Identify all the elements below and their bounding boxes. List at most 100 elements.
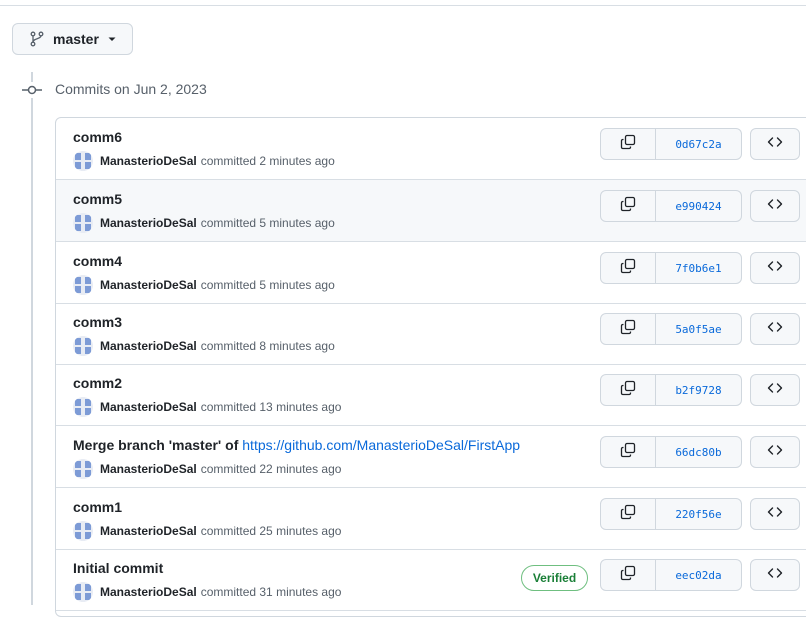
git-branch-icon	[30, 31, 44, 47]
avatar[interactable]	[73, 582, 93, 602]
copy-icon	[620, 196, 636, 217]
commit-title[interactable]: comm1	[73, 499, 122, 515]
commit-author[interactable]: ManasterioDeSal	[100, 339, 197, 353]
code-icon	[767, 319, 783, 340]
copy-icon	[620, 258, 636, 279]
avatar[interactable]	[73, 397, 93, 417]
commit-sha-link[interactable]: 5a0f5ae	[656, 313, 742, 345]
commit-time: committed 8 minutes ago	[200, 339, 335, 353]
copy-sha-button[interactable]	[600, 252, 656, 284]
commit-time: committed 5 minutes ago	[200, 216, 335, 230]
commit-author[interactable]: ManasterioDeSal	[100, 400, 197, 414]
copy-sha-button[interactable]	[600, 374, 656, 406]
commit-row[interactable]: comm2 ManasterioDeSal committed 13 minutes…	[56, 364, 806, 426]
commit-group-date: Commits on Jun 2, 2023	[55, 81, 207, 97]
commit-sha-link[interactable]: 0d67c2a	[656, 128, 742, 160]
commit-time: committed 31 minutes ago	[200, 585, 342, 599]
copy-icon	[620, 504, 636, 525]
copy-icon	[620, 134, 636, 155]
commit-author[interactable]: ManasterioDeSal	[100, 524, 197, 538]
commit-author[interactable]: ManasterioDeSal	[100, 462, 197, 476]
avatar[interactable]	[73, 521, 93, 541]
avatar[interactable]	[73, 275, 93, 295]
commit-row[interactable]: comm5 ManasterioDeSal committed 5 minutes …	[56, 180, 806, 242]
commit-sha-link[interactable]: 220f56e	[656, 498, 742, 530]
copy-sha-button[interactable]	[600, 128, 656, 160]
commit-row[interactable]: Initial commit ManasterioDeSal committed 3…	[56, 549, 806, 611]
commit-message[interactable]: comm6	[73, 129, 122, 145]
code-icon	[767, 258, 783, 279]
commit-message[interactable]: comm3	[73, 314, 122, 330]
browse-repo-button[interactable]	[750, 498, 800, 530]
branch-select-button[interactable]: master	[12, 23, 133, 55]
top-divider	[0, 5, 806, 6]
browse-repo-button[interactable]	[750, 436, 800, 468]
browse-repo-button[interactable]	[750, 190, 800, 222]
sha-button-group: e990424	[600, 190, 742, 222]
copy-icon	[620, 442, 636, 463]
browse-repo-button[interactable]	[750, 252, 800, 284]
avatar[interactable]	[73, 213, 93, 233]
commit-row[interactable]: comm6 ManasterioDeSal committed 2 minutes …	[56, 118, 806, 180]
browse-repo-button[interactable]	[750, 559, 800, 591]
commit-time: committed 5 minutes ago	[200, 278, 335, 292]
commit-meta: ManasterioDeSal committed 5 minutes ago	[73, 213, 335, 233]
commit-meta: ManasterioDeSal committed 2 minutes ago	[73, 151, 335, 171]
timeline-line	[31, 72, 33, 605]
copy-sha-button[interactable]	[600, 190, 656, 222]
commit-meta: ManasterioDeSal committed 13 minutes ago	[73, 397, 341, 417]
commit-meta: ManasterioDeSal committed 8 minutes ago	[73, 336, 335, 356]
browse-repo-button[interactable]	[750, 313, 800, 345]
sha-button-group: eec02da	[600, 559, 742, 591]
sha-button-group: 5a0f5ae	[600, 313, 742, 345]
sha-button-group: 66dc80b	[600, 436, 742, 468]
commit-message[interactable]: comm1	[73, 499, 122, 515]
commit-sha-link[interactable]: 66dc80b	[656, 436, 742, 468]
commit-title[interactable]: Initial commit	[73, 560, 163, 576]
commit-message[interactable]: comm5	[73, 191, 122, 207]
commit-author[interactable]: ManasterioDeSal	[100, 278, 197, 292]
commit-row[interactable]: comm4 ManasterioDeSal committed 5 minutes …	[56, 242, 806, 304]
code-icon	[767, 442, 783, 463]
code-icon	[767, 196, 783, 217]
commit-title[interactable]: comm4	[73, 253, 122, 269]
commit-author[interactable]: ManasterioDeSal	[100, 585, 197, 599]
copy-sha-button[interactable]	[600, 436, 656, 468]
commit-row[interactable]: Merge branch 'master' of https://github.…	[56, 426, 806, 488]
commit-sha-link[interactable]: b2f9728	[656, 374, 742, 406]
commit-message[interactable]: comm4	[73, 253, 122, 269]
avatar[interactable]	[73, 336, 93, 356]
commit-message[interactable]: Initial commit	[73, 560, 163, 576]
copy-sha-button[interactable]	[600, 559, 656, 591]
commit-title[interactable]: comm6	[73, 129, 122, 145]
commit-message[interactable]: Merge branch 'master' of	[73, 437, 242, 453]
sha-button-group: 220f56e	[600, 498, 742, 530]
branch-name: master	[53, 31, 99, 47]
code-icon	[767, 504, 783, 525]
code-icon	[767, 565, 783, 586]
commit-icon	[22, 82, 42, 98]
commit-message-link[interactable]: https://github.com/ManasterioDeSal/First…	[242, 437, 520, 453]
commit-sha-link[interactable]: eec02da	[656, 559, 742, 591]
commit-row[interactable]: comm3 ManasterioDeSal committed 8 minutes …	[56, 303, 806, 365]
code-icon	[767, 380, 783, 401]
commit-row[interactable]: comm1 ManasterioDeSal committed 25 minutes…	[56, 488, 806, 550]
commit-title[interactable]: Merge branch 'master' of https://github.…	[73, 437, 520, 453]
avatar[interactable]	[73, 459, 93, 479]
commit-sha-link[interactable]: e990424	[656, 190, 742, 222]
commit-title[interactable]: comm3	[73, 314, 122, 330]
commit-message[interactable]: comm2	[73, 375, 122, 391]
copy-icon	[620, 319, 636, 340]
commit-meta: ManasterioDeSal committed 22 minutes ago	[73, 459, 341, 479]
browse-repo-button[interactable]	[750, 128, 800, 160]
browse-repo-button[interactable]	[750, 374, 800, 406]
commit-author[interactable]: ManasterioDeSal	[100, 216, 197, 230]
commit-title[interactable]: comm2	[73, 375, 122, 391]
commit-author[interactable]: ManasterioDeSal	[100, 154, 197, 168]
copy-sha-button[interactable]	[600, 498, 656, 530]
avatar[interactable]	[73, 151, 93, 171]
commit-title[interactable]: comm5	[73, 191, 122, 207]
copy-sha-button[interactable]	[600, 313, 656, 345]
verified-badge[interactable]: Verified	[521, 565, 588, 591]
commit-sha-link[interactable]: 7f0b6e1	[656, 252, 742, 284]
